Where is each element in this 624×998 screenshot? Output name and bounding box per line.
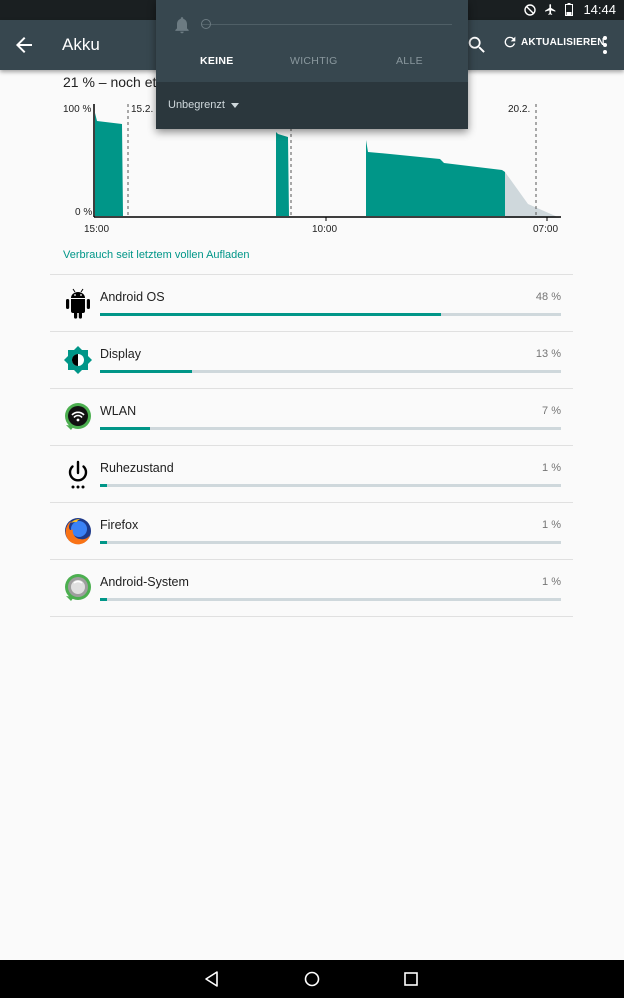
clock: 14:44 — [583, 2, 616, 17]
do-not-disturb-icon — [524, 3, 537, 16]
duration-section: Unbegrenzt — [156, 82, 468, 129]
usage-percent: 7 % — [542, 405, 561, 417]
battery-level-segment — [95, 113, 123, 216]
home-nav-icon[interactable] — [303, 970, 321, 988]
navigation-bar — [0, 960, 624, 998]
app-name: Ruhezustand — [100, 461, 174, 475]
battery-level-segment — [276, 132, 289, 216]
date-marker-label: 20.2. — [508, 104, 530, 115]
usage-bar — [100, 541, 561, 544]
usage-bar — [100, 598, 561, 601]
duration-label: Unbegrenzt — [168, 99, 225, 111]
date-marker-label: 15.2. — [131, 104, 153, 115]
android-system-icon — [65, 574, 91, 601]
tab-wichtig[interactable]: WICHTIG — [290, 55, 338, 67]
android-icon — [66, 288, 90, 319]
refresh-label: AKTUALISIEREN — [521, 36, 605, 48]
app-usage-list: Android OS 48 % Display 13 % WLAN 7 % Ru… — [50, 274, 573, 617]
app-name: Android OS — [100, 290, 165, 304]
list-item[interactable]: Firefox 1 % — [50, 502, 573, 559]
refresh-button[interactable]: AKTUALISIEREN — [502, 34, 605, 50]
y-axis-bottom-label: 0 % — [75, 207, 92, 218]
usage-bar — [100, 313, 561, 316]
firefox-icon — [65, 518, 91, 545]
usage-percent: 48 % — [535, 291, 561, 303]
usage-since-charge-link[interactable]: Verbrauch seit letztem vollen Aufladen — [63, 249, 250, 261]
battery-level-segment — [366, 140, 505, 216]
y-axis-top-label: 100 % — [63, 104, 91, 115]
dropdown-arrow-icon — [230, 102, 239, 108]
app-name: Display — [100, 347, 141, 361]
duration-dropdown[interactable]: Unbegrenzt — [168, 99, 239, 111]
list-item[interactable]: Android-System 1 % — [50, 559, 573, 617]
list-item[interactable]: Android OS 48 % — [50, 274, 573, 331]
search-icon[interactable] — [466, 34, 488, 56]
back-arrow-icon[interactable] — [12, 33, 36, 57]
volume-slider-track[interactable] — [202, 24, 452, 25]
app-name: Android-System — [100, 575, 189, 589]
tab-alle[interactable]: ALLE — [396, 55, 423, 67]
airplane-icon — [545, 4, 556, 15]
x-axis-tick-label: 15:00 — [84, 224, 109, 235]
volume-slider-thumb[interactable] — [201, 19, 211, 29]
app-name: WLAN — [100, 404, 137, 418]
usage-percent: 1 % — [542, 519, 561, 531]
list-item[interactable]: Ruhezustand 1 % — [50, 445, 573, 502]
usage-percent: 1 % — [542, 462, 561, 474]
list-item[interactable]: WLAN 7 % — [50, 388, 573, 445]
usage-bar — [100, 427, 561, 430]
usage-percent: 13 % — [535, 348, 561, 360]
recents-nav-icon[interactable] — [402, 970, 420, 988]
x-axis-tick-label: 07:00 — [533, 224, 558, 235]
battery-icon — [565, 3, 574, 16]
power-icon — [68, 460, 88, 489]
tab-keine[interactable]: KEINE — [200, 55, 234, 67]
app-name: Firefox — [100, 518, 139, 532]
wifi-icon — [65, 403, 91, 430]
usage-percent: 1 % — [542, 576, 561, 588]
x-axis-tick-label: 10:00 — [312, 224, 337, 235]
page-title: Akku — [62, 35, 100, 54]
brightness-icon — [64, 346, 92, 374]
do-not-disturb-panel: KEINE WICHTIG ALLE Unbegrenzt — [156, 0, 468, 129]
usage-bar — [100, 370, 561, 373]
bell-icon — [175, 17, 189, 34]
battery-summary: 21 % – noch et — [63, 74, 157, 90]
back-nav-icon[interactable] — [203, 970, 221, 988]
battery-prediction — [505, 172, 560, 218]
usage-bar — [100, 484, 561, 487]
refresh-icon — [504, 36, 516, 48]
more-options-icon[interactable] — [598, 34, 612, 56]
list-item[interactable]: Display 13 % — [50, 331, 573, 388]
